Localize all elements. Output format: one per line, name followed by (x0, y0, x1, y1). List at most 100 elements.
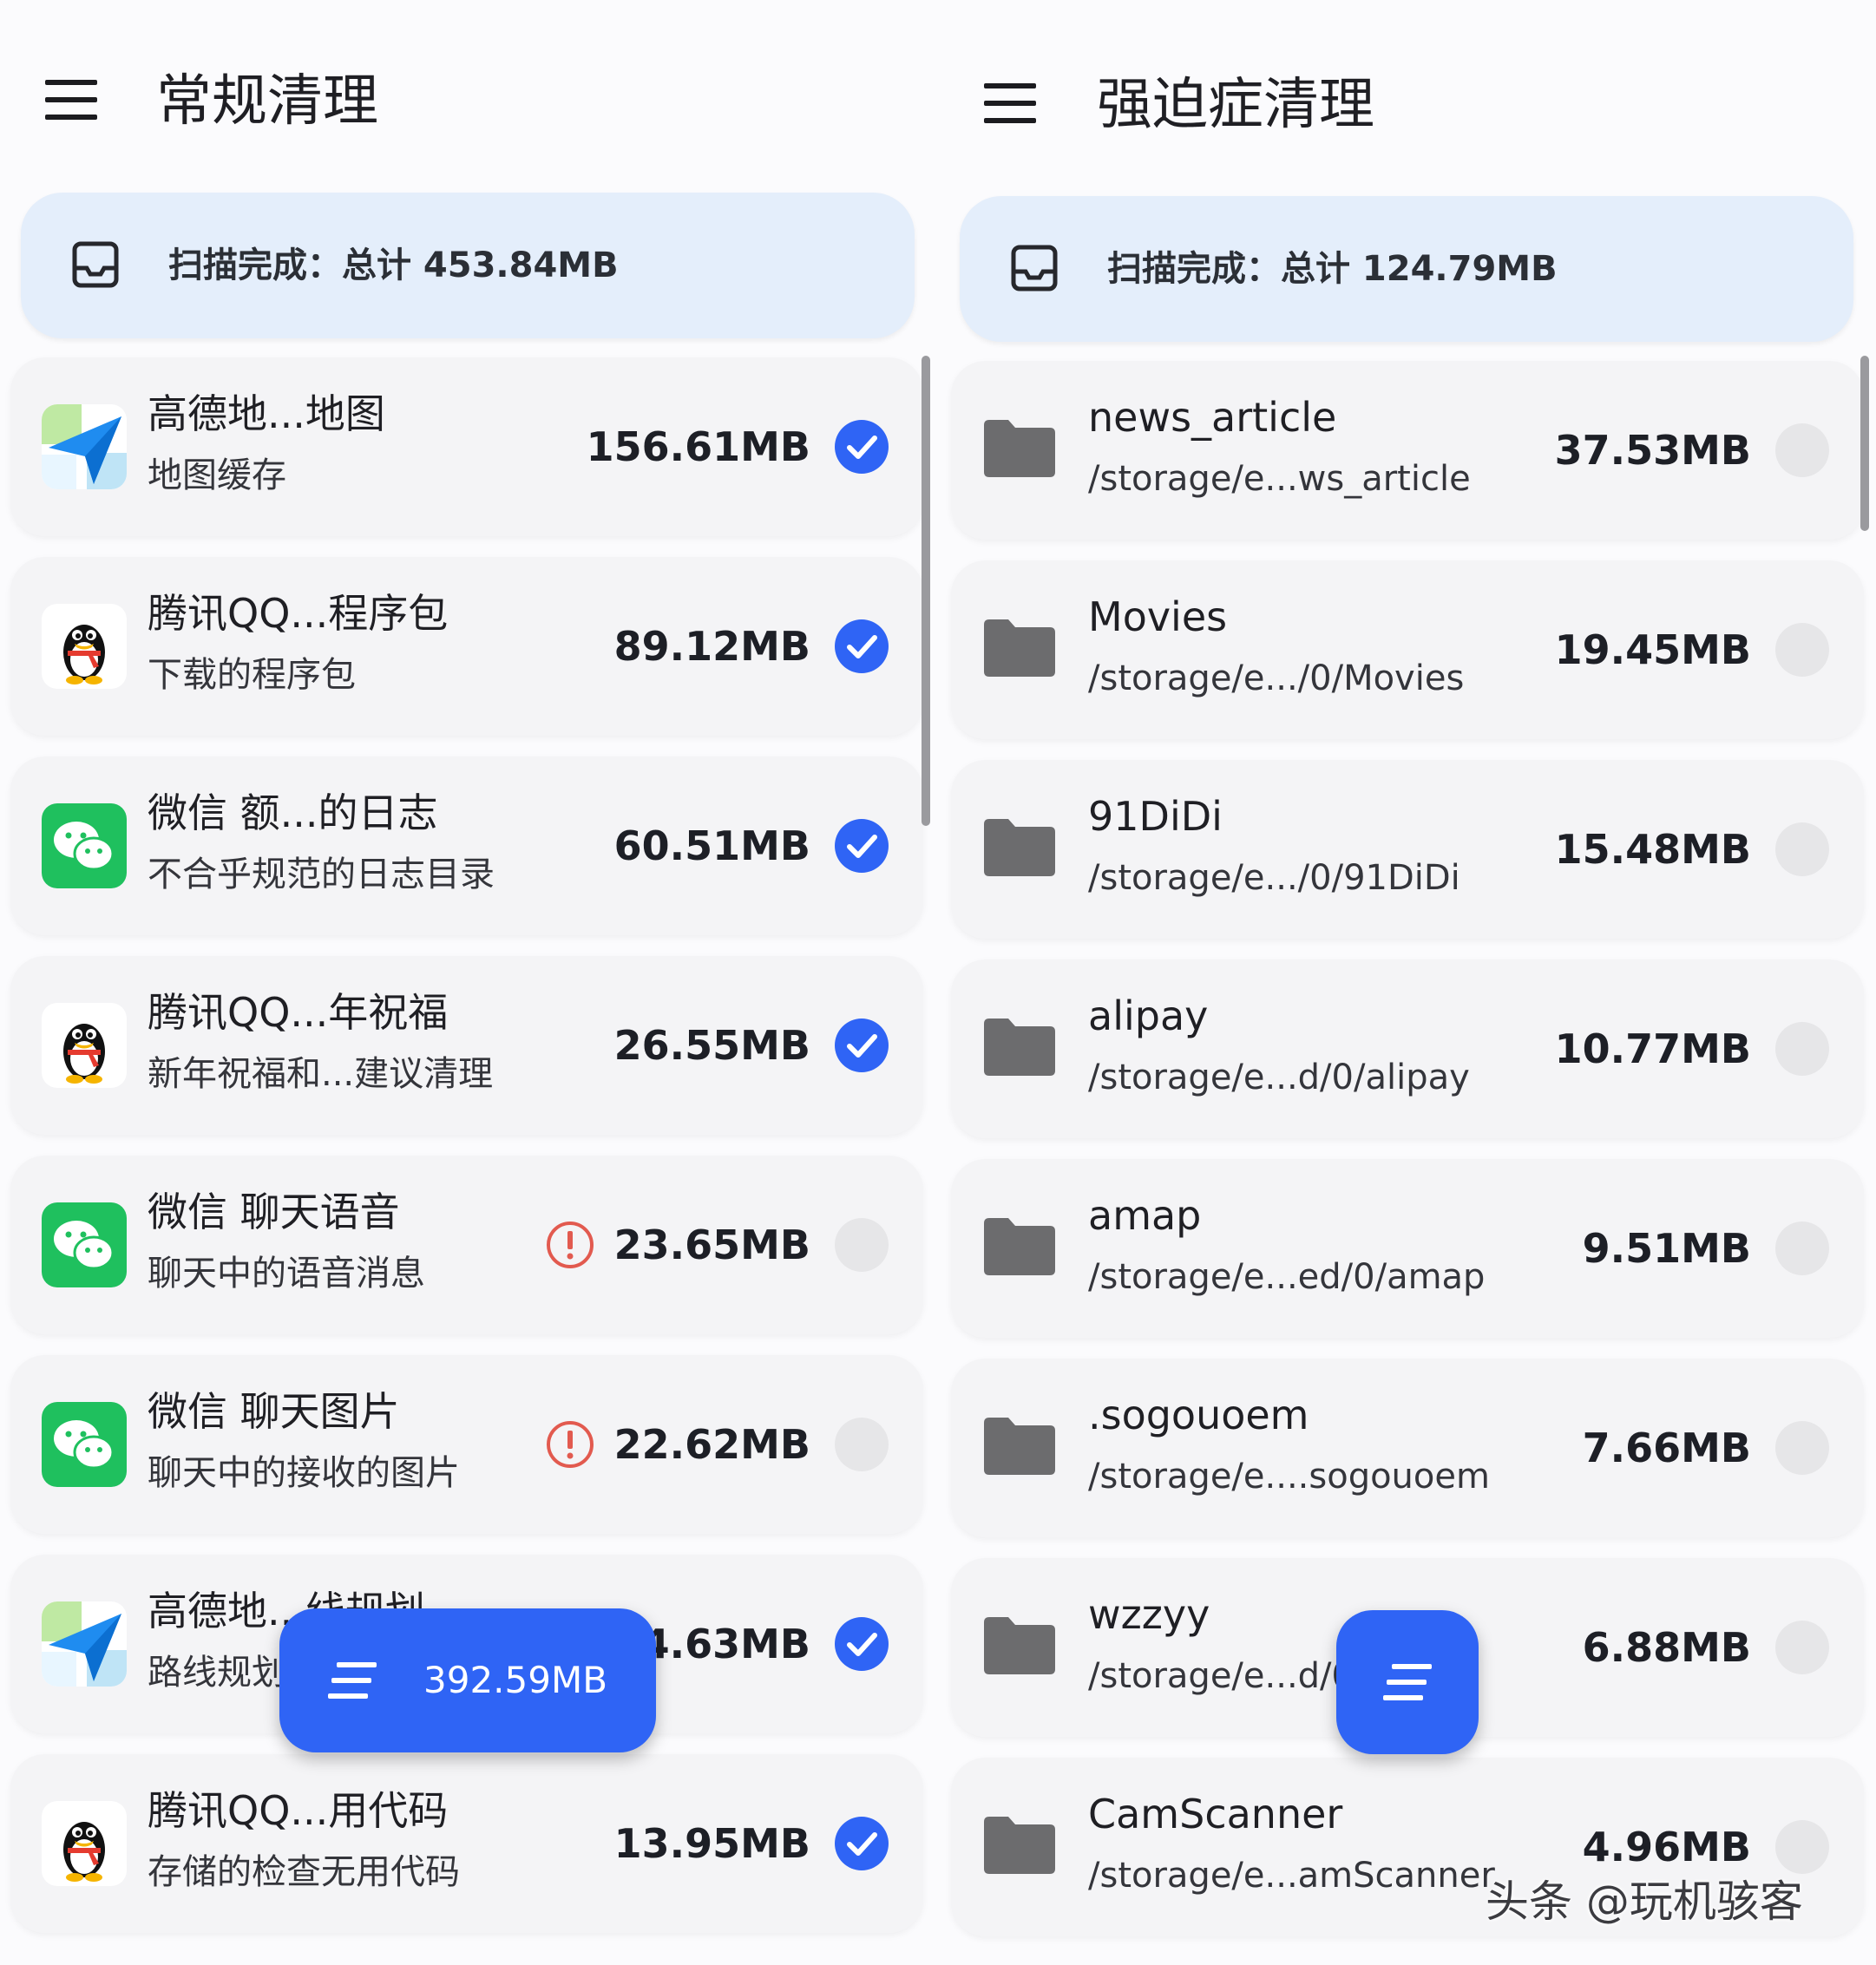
checked-checkbox[interactable] (835, 619, 889, 673)
app-bar: 常规清理 (0, 0, 920, 182)
folder-icon (984, 619, 1055, 677)
item-description: 聊天中的接收的图片 (148, 1453, 460, 1493)
item-title: 微信 额...的日志 (148, 789, 438, 836)
cleanup-item-row[interactable]: 微信 额...的日志不合乎规范的日志目录 60.51MB (10, 757, 923, 935)
folder-item-row[interactable]: .sogouoem/storage/e....sogouoem 7.66MB (951, 1359, 1864, 1537)
folder-item-row[interactable]: Movies/storage/e.../0/Movies 19.45MB (951, 560, 1864, 739)
folder-item-row[interactable]: alipay/storage/e...d/0/alipay 10.77MB (951, 960, 1864, 1138)
item-title: 腾讯QQ...用代码 (148, 1787, 449, 1834)
item-title: alipay (1088, 992, 1209, 1039)
item-path: /storage/e.../0/Movies (1088, 658, 1465, 698)
inbox-tray-icon (72, 241, 119, 288)
item-description: 路线规划 (148, 1653, 286, 1693)
scan-status-text: 扫描完成：总计 124.79MB (1107, 249, 1558, 289)
item-size: 7.66MB (1582, 1425, 1751, 1471)
cleanup-item-row[interactable]: 腾讯QQ...用代码存储的检查无用代码 13.95MB (10, 1754, 923, 1933)
qq-app-icon (42, 1003, 127, 1088)
scan-status-card: 扫描完成：总计 453.84MB (21, 193, 915, 338)
scrollbar[interactable] (1860, 356, 1869, 531)
unchecked-checkbox[interactable] (1775, 822, 1829, 876)
warning-icon[interactable] (545, 1419, 595, 1470)
item-description: 聊天中的语音消息 (148, 1254, 425, 1294)
scrollbar[interactable] (922, 356, 930, 826)
item-path: /storage/e...ed/0/amap (1088, 1257, 1486, 1297)
checked-checkbox[interactable] (835, 1617, 889, 1671)
item-title: wzzyy (1088, 1591, 1210, 1638)
item-size: 89.12MB (613, 623, 810, 670)
item-size: 22.62MB (613, 1421, 810, 1468)
amap-app-icon (42, 404, 127, 489)
item-size: 4.96MB (1582, 1824, 1751, 1870)
scan-status-card: 扫描完成：总计 124.79MB (960, 196, 1853, 342)
item-size: 19.45MB (1554, 626, 1751, 673)
item-size: 6.88MB (1582, 1624, 1751, 1671)
item-size: 10.77MB (1554, 1025, 1751, 1072)
sort-lines-icon (328, 1662, 377, 1699)
checked-checkbox[interactable] (835, 819, 889, 873)
item-title: 微信 聊天语音 (148, 1189, 400, 1235)
cleanup-item-row[interactable]: 微信 聊天语音聊天中的语音消息 23.65MB (10, 1156, 923, 1334)
cleanup-item-row[interactable]: 腾讯QQ...程序包下载的程序包 89.12MB (10, 557, 923, 736)
menu-icon[interactable] (984, 83, 1036, 123)
wechat-app-icon (42, 803, 127, 888)
item-size: 26.55MB (613, 1022, 810, 1069)
unchecked-checkbox[interactable] (1775, 1022, 1829, 1076)
cleanup-item-row[interactable]: 高德地...地图地图缓存 156.61MB (10, 357, 923, 536)
sort-lines-icon (1383, 1664, 1432, 1700)
clean-size-label: 392.59MB (423, 1659, 608, 1701)
item-description: 下载的程序包 (148, 655, 356, 695)
page-title: 常规清理 (156, 69, 378, 134)
checked-checkbox[interactable] (835, 420, 889, 474)
unchecked-checkbox[interactable] (835, 1418, 889, 1471)
warning-icon[interactable] (545, 1220, 595, 1270)
folder-icon (984, 1418, 1055, 1475)
item-size: 156.61MB (586, 423, 810, 470)
item-size: 13.95MB (613, 1820, 810, 1867)
item-size: 37.53MB (1554, 427, 1751, 474)
folder-icon (984, 420, 1055, 477)
item-title: Movies (1088, 593, 1228, 640)
unchecked-checkbox[interactable] (1775, 623, 1829, 677)
folder-icon (984, 1218, 1055, 1275)
menu-icon[interactable] (45, 80, 97, 120)
checked-checkbox[interactable] (835, 1817, 889, 1870)
wechat-app-icon (42, 1202, 127, 1287)
unchecked-checkbox[interactable] (1775, 1421, 1829, 1475)
item-title: 腾讯QQ...年祝福 (148, 989, 449, 1036)
scan-status-text: 扫描完成：总计 453.84MB (168, 246, 619, 285)
unchecked-checkbox[interactable] (1775, 1621, 1829, 1674)
item-size: 60.51MB (613, 822, 810, 869)
unchecked-checkbox[interactable] (1775, 1222, 1829, 1275)
item-path: /storage/e...amScanner (1088, 1856, 1495, 1896)
unchecked-checkbox[interactable] (1775, 423, 1829, 477)
unchecked-checkbox[interactable] (1775, 1820, 1829, 1874)
folder-item-row[interactable]: news_article/storage/e...ws_article 37.53… (951, 361, 1864, 540)
watermark: 头条 @玩机骇客 (1486, 1877, 1803, 1927)
cleanup-item-row[interactable]: 微信 聊天图片 聊天中的接收的图片 22.62MB (10, 1355, 923, 1534)
sort-button[interactable] (1336, 1610, 1479, 1754)
item-description: 新年祝福和...建议清理 (148, 1054, 494, 1094)
item-title: 高德地...地图 (148, 390, 385, 437)
item-path: /storage/e...ws_article (1088, 459, 1471, 499)
folder-icon (984, 1617, 1055, 1674)
item-description: 存储的检查无用代码 (148, 1852, 460, 1892)
folder-item-row[interactable]: 91DiDi/storage/e.../0/91DiDi 15.48MB (951, 760, 1864, 939)
item-title: news_article (1088, 394, 1337, 441)
folder-item-row[interactable]: amap/storage/e...ed/0/amap 9.51MB (951, 1159, 1864, 1338)
folder-icon (984, 1817, 1055, 1874)
cleanup-item-row[interactable]: 腾讯QQ...年祝福新年祝福和...建议清理 26.55MB (10, 956, 923, 1135)
clean-selected-button[interactable]: 392.59MB (279, 1608, 656, 1752)
item-size: 23.65MB (613, 1222, 810, 1268)
item-title: amap (1088, 1192, 1202, 1239)
item-title: 腾讯QQ...程序包 (148, 590, 449, 637)
unchecked-checkbox[interactable] (835, 1218, 889, 1272)
wechat-app-icon (42, 1402, 127, 1487)
qq-app-icon (42, 1801, 127, 1886)
item-description: 不合乎规范的日志目录 (148, 855, 495, 894)
checked-checkbox[interactable] (835, 1019, 889, 1072)
item-title: 91DiDi (1088, 793, 1223, 840)
folder-icon (984, 1019, 1055, 1076)
item-title: .sogouoem (1088, 1392, 1309, 1438)
folder-icon (984, 819, 1055, 876)
item-description: 地图缓存 (148, 455, 286, 495)
